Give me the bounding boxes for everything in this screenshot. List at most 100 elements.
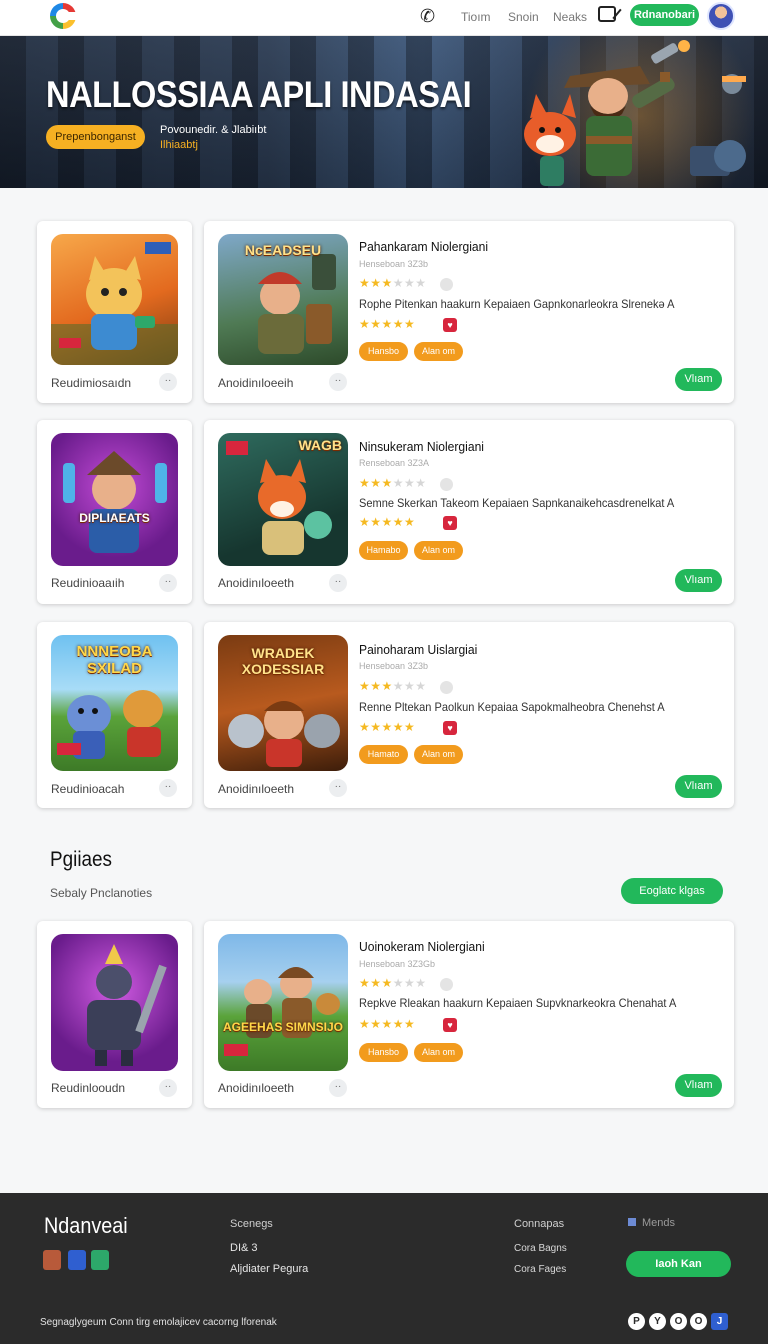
app-description: Renne Pltekan Paolkun Kepaiaa Sapokmalhe… <box>359 700 665 714</box>
view-button[interactable]: Vlıam <box>675 1074 722 1097</box>
tag-pill[interactable]: Hamabo <box>359 541 408 560</box>
tag-pill[interactable]: Alan om <box>414 1043 463 1062</box>
left-card-2[interactable]: DIPLIAEATS Reudinioaaıih ·· <box>37 420 192 604</box>
social-avatar-icon[interactable] <box>43 1250 61 1270</box>
more-options-icon[interactable]: ·· <box>159 779 177 797</box>
youtube-icon[interactable]: Y <box>649 1313 666 1330</box>
user-rating-stars: ★★★★★ <box>359 720 416 734</box>
more-options-icon[interactable]: ·· <box>159 1079 177 1097</box>
game-thumbnail[interactable]: NNNEOBA SXILAD <box>51 635 178 771</box>
footer-link[interactable]: DI& 3 <box>230 1242 258 1254</box>
rating-stars: ★★★★★★ <box>359 276 427 290</box>
tag-pill[interactable]: Alan om <box>414 745 463 764</box>
more-options-icon[interactable]: ·· <box>159 574 177 592</box>
tag-pill[interactable]: Alan om <box>414 342 463 361</box>
more-options-icon[interactable]: ·· <box>329 574 347 592</box>
footer-brand: Ndanveai <box>44 1213 128 1238</box>
app-description: Semne Skerkan Takeom Kepaiaen Sapnkanaik… <box>359 496 675 510</box>
info-icon[interactable] <box>440 681 453 694</box>
user-avatar[interactable] <box>707 2 735 30</box>
hero-title: NALLOSSIAA APLI INDASAI <box>46 74 472 115</box>
tag-pill[interactable]: Alan om <box>414 541 463 560</box>
hero-subtitle-link[interactable]: Ilhiaabtj <box>160 139 198 151</box>
card-caption: Reudinlooudn <box>51 1081 126 1095</box>
social-app-icon[interactable]: J <box>711 1313 728 1330</box>
view-button[interactable]: Vlıam <box>675 775 722 798</box>
favorite-icon[interactable]: ♥ <box>443 516 457 530</box>
more-options-icon[interactable]: ·· <box>329 373 347 391</box>
card-caption: Reudinioacah <box>51 782 125 796</box>
view-button[interactable]: Vlıam <box>675 368 722 391</box>
edit-icon[interactable] <box>598 6 616 22</box>
section-title: Pgiiaes <box>50 848 113 871</box>
tag-pill[interactable]: Hansbo <box>359 1043 408 1062</box>
app-meta: Renseboan 3Z3A <box>359 458 430 468</box>
app-title[interactable]: Pahankaram Niolergiani <box>359 239 488 254</box>
game-thumbnail[interactable] <box>51 934 178 1071</box>
instagram-icon[interactable]: O <box>690 1313 707 1330</box>
app-card-4[interactable]: AGEEHAS SIMNSIJO Uoinokeram Niolergiani … <box>204 921 734 1108</box>
social-green-icon[interactable] <box>91 1250 109 1270</box>
favorite-icon[interactable]: ♥ <box>443 1018 457 1032</box>
footer-link[interactable]: Cora Bagns <box>514 1243 567 1254</box>
card-caption: Anoidinıloeeth <box>218 576 295 590</box>
nav-link-3[interactable]: Neaks <box>553 10 587 24</box>
game-title-art: NNNEOBA SXILAD <box>76 643 153 677</box>
nav-link-1[interactable]: Tioım <box>461 10 491 24</box>
game-thumbnail[interactable]: NcEADSEU <box>218 234 348 365</box>
signup-button[interactable]: Rdnanobari <box>630 4 699 26</box>
view-button[interactable]: Vlıam <box>675 569 722 592</box>
left-card-4[interactable]: Reudinlooudn ·· <box>37 921 192 1108</box>
social-icon[interactable]: O <box>670 1313 687 1330</box>
tag-pill[interactable]: Hamato <box>359 745 408 764</box>
rating-stars: ★★★★★★ <box>359 976 427 990</box>
app-card-2[interactable]: WAGB Ninsukeram Niolergiani Renseboan 3Z… <box>204 420 734 604</box>
game-thumbnail[interactable] <box>51 234 178 365</box>
game-title-art: AGEEHAS SIMNSIJO <box>222 1020 344 1034</box>
game-thumbnail[interactable]: DIPLIAEATS <box>51 433 178 566</box>
game-thumbnail[interactable]: WRADEK XODESSIAR <box>218 635 348 771</box>
section-cta-button[interactable]: Eoglatc klgas <box>621 878 723 904</box>
game-title-art: DIPLIAEATS <box>79 511 150 525</box>
info-icon[interactable] <box>440 278 453 291</box>
facebook-icon[interactable] <box>68 1250 86 1270</box>
left-card-1[interactable]: Reudimiosaıdn ·· <box>37 221 192 403</box>
copyright-text: Segnaglygeum Conn tirg emolajicev cacorn… <box>40 1317 277 1328</box>
card-caption: Reudinioaaıih <box>51 576 125 590</box>
more-options-icon[interactable]: ·· <box>329 779 347 797</box>
app-description: Repkve Rleakan haakurn Kepaiaen Supvknar… <box>359 996 677 1010</box>
brand-logo-icon[interactable] <box>50 3 77 29</box>
app-title[interactable]: Uoinokeram Niolergiani <box>359 939 485 954</box>
footer-link[interactable]: Cora Fages <box>514 1264 566 1275</box>
rating-stars: ★★★★★★ <box>359 679 427 693</box>
footer-col-title: Connapas <box>514 1218 565 1230</box>
footer-cta-button[interactable]: Iaoh Kan <box>626 1251 731 1277</box>
app-title[interactable]: Ninsukeram Niolergiani <box>359 439 484 454</box>
nav-link-2[interactable]: Snoin <box>508 10 539 24</box>
footer-col-title: Scenegs <box>230 1218 273 1230</box>
left-card-3[interactable]: NNNEOBA SXILAD Reudinioacah ·· <box>37 622 192 808</box>
info-icon[interactable] <box>440 478 453 491</box>
footer-link[interactable]: Aljdiater Pegura <box>230 1263 308 1275</box>
user-rating-stars: ★★★★★ <box>359 317 416 331</box>
app-meta: Henseboan 3Z3b <box>359 259 429 269</box>
more-options-icon[interactable]: ·· <box>159 373 177 391</box>
hero-banner: NALLOSSIAA APLI INDASAI Prepenbonganst P… <box>0 36 768 188</box>
game-thumbnail[interactable]: AGEEHAS SIMNSIJO <box>218 934 348 1071</box>
app-title[interactable]: Painoharam Uislargiai <box>359 642 477 657</box>
tag-pill[interactable]: Hansbo <box>359 342 408 361</box>
app-card-1[interactable]: NcEADSEU Pahankaram Niolergiani Henseboa… <box>204 221 734 403</box>
app-card-3[interactable]: WRADEK XODESSIAR Painoharam Uislargiai H… <box>204 622 734 808</box>
hero-character-illustration <box>524 40 746 186</box>
phone-icon[interactable]: ✆ <box>420 6 435 27</box>
game-title-art: NcEADSEU <box>244 242 322 258</box>
hero-cta-button[interactable]: Prepenbonganst <box>46 125 145 149</box>
pinterest-icon[interactable]: P <box>628 1313 645 1330</box>
favorite-icon[interactable]: ♥ <box>443 318 457 332</box>
favorite-icon[interactable]: ♥ <box>443 721 457 735</box>
info-icon[interactable] <box>440 978 453 991</box>
square-icon <box>628 1218 636 1226</box>
more-options-icon[interactable]: ·· <box>329 1079 347 1097</box>
user-rating-stars: ★★★★★ <box>359 1017 416 1031</box>
game-thumbnail[interactable]: WAGB <box>218 433 348 566</box>
